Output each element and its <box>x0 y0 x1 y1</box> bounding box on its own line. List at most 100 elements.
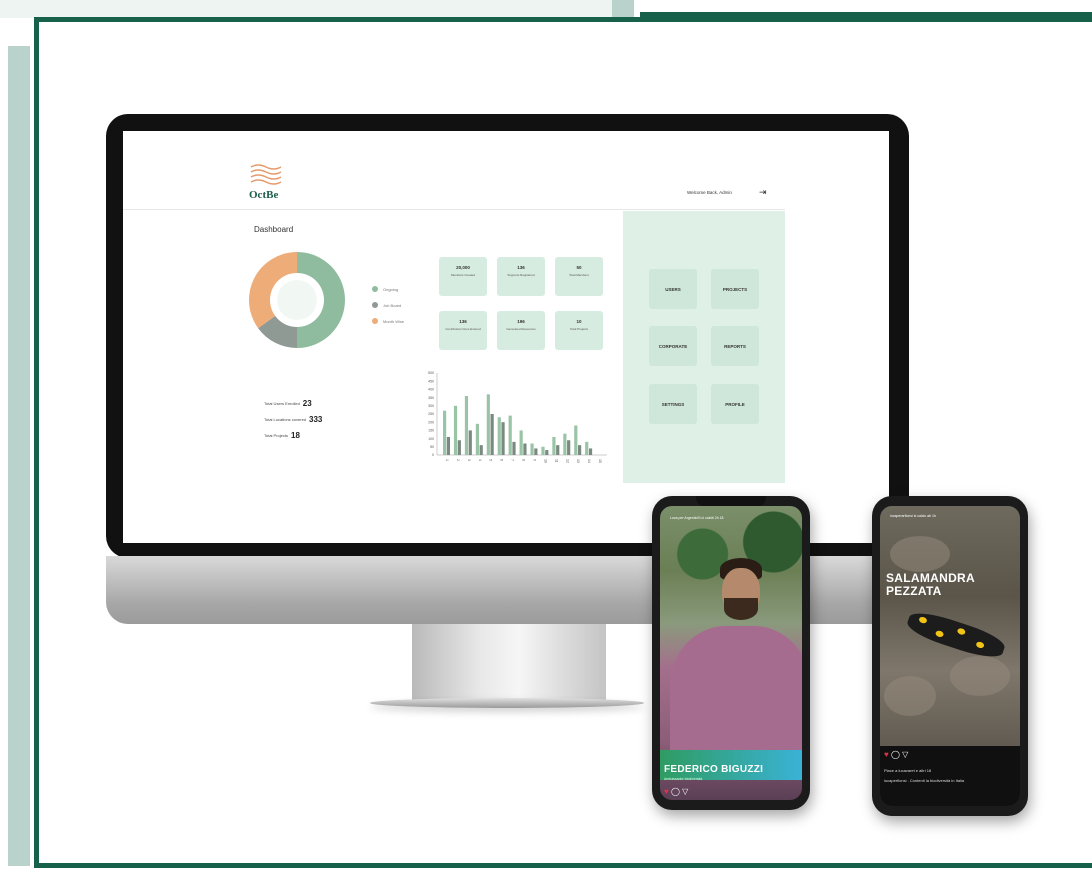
stat-value: 20,000 <box>456 265 470 270</box>
phone-video-story: Luca per ArgentioSi ci calciti 2h 18 FED… <box>652 496 810 810</box>
x-tick-label: 8 <box>522 459 526 461</box>
phone-screen: Luca per ArgentioSi ci calciti 2h 18 FED… <box>660 506 802 800</box>
bar-chart: 5004504003503002502001501005001 2 3 4 5 6 7 8 9 1… <box>428 371 607 463</box>
bar <box>457 440 461 455</box>
bar <box>486 394 490 455</box>
stat-card[interactable]: 196 Generated Resources <box>497 311 545 350</box>
x-tick-label: 3 <box>467 459 471 461</box>
legend-label: Month Wise <box>383 318 405 324</box>
total-value: 18 <box>291 430 300 440</box>
person-beard <box>724 598 758 620</box>
bar <box>490 414 494 455</box>
x-tick-label: 11 <box>554 459 558 463</box>
y-tick-label: 50 <box>430 445 434 449</box>
bar <box>443 410 447 455</box>
total-line: Total Users Enrolled 23 <box>264 395 322 411</box>
corporate-button[interactable]: CORPORATE <box>649 326 697 366</box>
stat-card[interactable]: 136 Supports Registered <box>497 257 545 296</box>
stat-card[interactable]: 50 Total Members <box>555 257 603 296</box>
post-footer: ♥ ◯ ▽ Piace a lucavaret e altri 18 lucap… <box>880 746 1020 806</box>
legend-dot <box>372 318 378 324</box>
total-line: Total Projects 18 <box>264 427 322 443</box>
x-tick-label: 5 <box>489 459 493 461</box>
legend-dot <box>372 286 378 292</box>
total-value: 333 <box>309 414 323 424</box>
legend-item: Job Board <box>372 297 404 313</box>
x-tick-label: 7 <box>511 459 515 461</box>
post-caption: lucaperfionsi . Contenti la biodiversità… <box>884 778 965 783</box>
bar <box>508 415 512 455</box>
x-tick-label: 14 <box>587 459 591 463</box>
total-line: Total Locations covered 333 <box>264 411 322 427</box>
bar <box>446 436 450 455</box>
x-tick-label: 15 <box>598 459 602 463</box>
bar <box>563 433 567 455</box>
legend-label: Ongoing <box>383 286 399 292</box>
stone <box>884 676 936 716</box>
x-tick-label: 2 <box>456 459 460 461</box>
send-icon[interactable]: ▽ <box>682 787 688 796</box>
phone-screen: lucaperarfionsi si calcio ab 1h SALAMAND… <box>880 506 1020 806</box>
brand-logo[interactable]: OctBe <box>249 163 283 201</box>
comment-icon[interactable]: ◯ <box>891 750 900 759</box>
story-actions: ♥ ◯ ▽ <box>664 787 688 796</box>
stat-label: Contributors Docs Entered <box>445 327 481 331</box>
comment-icon[interactable]: ◯ <box>671 787 680 796</box>
bar <box>497 417 501 455</box>
total-label: Total Projects <box>264 432 289 438</box>
stat-value: 10 <box>576 319 582 324</box>
bar <box>578 445 582 455</box>
heart-icon[interactable]: ♥ <box>664 787 669 796</box>
x-tick-label: 9 <box>532 459 536 461</box>
spot <box>934 629 945 638</box>
spot <box>918 615 928 625</box>
settings-button[interactable]: SETTINGS <box>649 384 697 424</box>
phone-notch <box>696 496 766 506</box>
y-tick-label: 100 <box>428 437 434 441</box>
stat-label: Total Members <box>569 273 589 277</box>
person-name: FEDERICO BIGUZZI <box>664 764 764 775</box>
stat-card[interactable]: 20,000 Members Created <box>439 257 487 296</box>
page-title: Dashboard <box>254 225 294 234</box>
heart-icon[interactable]: ♥ <box>884 750 889 759</box>
bar <box>552 436 556 455</box>
profile-button[interactable]: PROFILE <box>711 384 759 424</box>
bar <box>468 430 472 455</box>
person-role: Ambassador biodiversità <box>664 777 703 781</box>
background-strip <box>0 0 612 18</box>
y-tick-label: 450 <box>428 379 434 383</box>
dashboard-header: OctBe Welcome Back, Admin ⇥ <box>123 131 785 210</box>
bar <box>545 450 549 455</box>
monitor-stand <box>412 624 606 700</box>
stat-label: Members Created <box>450 273 475 277</box>
users-button[interactable]: USERS <box>649 269 697 309</box>
donut-legend: Ongoing Job Board Month Wise <box>372 281 404 329</box>
legend-dot <box>372 302 378 308</box>
y-tick-label: 500 <box>428 371 434 375</box>
send-icon[interactable]: ▽ <box>902 750 908 759</box>
logout-icon[interactable]: ⇥ <box>759 187 767 198</box>
bar <box>534 448 538 455</box>
stat-value: 196 <box>517 319 525 324</box>
bar <box>501 422 505 455</box>
stat-value: 136 <box>517 265 525 270</box>
stat-card[interactable]: 136 Contributors Docs Entered <box>439 311 487 350</box>
frame-top-line <box>640 0 1092 17</box>
donut-chart <box>249 252 345 348</box>
post-title-line: SALAMANDRA <box>886 571 975 585</box>
story-header: Luca per ArgentioSi ci calciti 2h 18 <box>670 516 724 520</box>
bar <box>541 446 545 455</box>
stat-label: Supports Registered <box>507 273 535 277</box>
projects-button[interactable]: PROJECTS <box>711 269 759 309</box>
bar <box>574 425 578 455</box>
stat-card[interactable]: 10 Total Projects <box>555 311 603 350</box>
bar <box>588 448 593 455</box>
bar <box>479 445 483 455</box>
y-tick-label: 0 <box>432 453 434 457</box>
bar <box>567 440 571 455</box>
y-tick-label: 250 <box>428 412 434 416</box>
legend-item: Ongoing <box>372 281 404 297</box>
action-panel: USERS PROJECTS CORPORATE REPORTS SETTING… <box>623 211 785 483</box>
bar <box>523 443 527 455</box>
reports-button[interactable]: REPORTS <box>711 326 759 366</box>
